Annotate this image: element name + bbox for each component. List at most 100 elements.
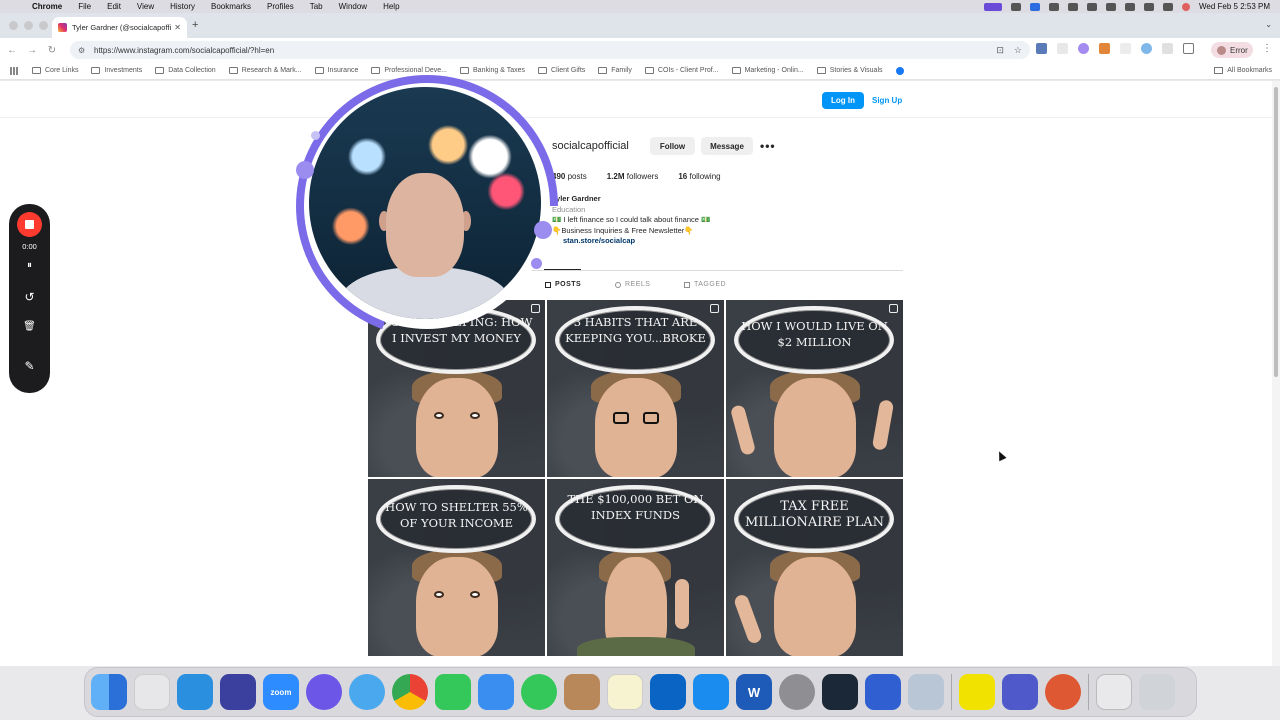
log-in-button[interactable]: Log In bbox=[822, 92, 864, 109]
finder-icon[interactable] bbox=[91, 674, 127, 710]
word-icon[interactable]: W bbox=[736, 674, 772, 710]
all-bookmarks-folder[interactable]: All Bookmarks bbox=[1214, 67, 1272, 74]
address-bar[interactable]: ⚙ https://www.instagram.com/socialcapoff… bbox=[70, 41, 1030, 59]
new-tab-button[interactable]: + bbox=[192, 19, 198, 31]
profile-error-button[interactable]: Error bbox=[1211, 42, 1253, 58]
settings-status-icon[interactable] bbox=[1011, 2, 1021, 11]
messages-icon[interactable] bbox=[521, 674, 557, 710]
cloud-status-icon[interactable] bbox=[1049, 2, 1059, 11]
scrollbar-thumb[interactable] bbox=[1274, 87, 1278, 377]
teams-icon[interactable] bbox=[1002, 674, 1038, 710]
duckduckgo-icon[interactable] bbox=[1045, 674, 1081, 710]
bookmark-folder[interactable]: Marketing - Onlin... bbox=[731, 67, 804, 74]
follow-button[interactable]: Follow bbox=[650, 137, 695, 155]
site-info-icon[interactable]: ⚙ bbox=[78, 46, 88, 55]
spotlight-search-icon[interactable] bbox=[1144, 2, 1154, 11]
menubar-clock[interactable]: Wed Feb 5 2:53 PM bbox=[1199, 2, 1270, 11]
sign-up-link[interactable]: Sign Up bbox=[872, 96, 902, 105]
siri-icon[interactable] bbox=[1182, 2, 1190, 11]
menu-history[interactable]: History bbox=[162, 2, 203, 11]
extension-icon[interactable] bbox=[1057, 43, 1068, 54]
bookmark-folder[interactable]: Family bbox=[598, 67, 632, 74]
menu-tab[interactable]: Tab bbox=[302, 2, 331, 11]
chrome-menu-icon[interactable]: ⋮ bbox=[1262, 43, 1272, 54]
pencil-icon[interactable]: ✎ bbox=[9, 359, 50, 373]
tab-tagged[interactable]: TAGGED bbox=[684, 281, 726, 288]
screen-recorder-app-icon[interactable] bbox=[220, 674, 256, 710]
following-stat[interactable]: 16 following bbox=[678, 172, 720, 181]
forward-arrow-icon[interactable]: → bbox=[22, 45, 42, 56]
safari-icon[interactable] bbox=[349, 674, 385, 710]
reload-icon[interactable]: ↻ bbox=[42, 45, 62, 56]
launchpad-icon[interactable] bbox=[134, 674, 170, 710]
bookmark-folder[interactable]: Data Collection bbox=[155, 67, 216, 74]
image-capture-icon[interactable] bbox=[865, 674, 901, 710]
app-store-icon[interactable] bbox=[693, 674, 729, 710]
install-app-icon[interactable]: ⊡ bbox=[996, 45, 1004, 56]
maximize-window-icon[interactable] bbox=[39, 21, 48, 30]
trash-icon[interactable]: 🗑 bbox=[9, 321, 50, 332]
post-thumbnail[interactable]: THE $100,000 BET ON INDEX FUNDS bbox=[547, 479, 724, 656]
page-scrollbar[interactable] bbox=[1272, 81, 1280, 666]
control-center-icon[interactable] bbox=[1163, 2, 1173, 11]
post-thumbnail[interactable]: TAX FREE MILLIONAIRE PLAN bbox=[726, 479, 903, 656]
bookmark-folder[interactable]: Client Gifts bbox=[538, 67, 585, 74]
chrome-icon[interactable] bbox=[392, 674, 428, 710]
bookmark-folder[interactable]: COIs - Client Prof... bbox=[644, 67, 719, 74]
browser-tab-instagram[interactable]: Tyler Gardner (@socialcapoffi ✕ bbox=[52, 17, 187, 38]
bio-link[interactable]: stan.store/socialcap bbox=[552, 236, 812, 247]
tab-reels[interactable]: REELS bbox=[615, 281, 650, 288]
followers-stat[interactable]: 1.2M followers bbox=[607, 172, 659, 181]
bluetooth-icon[interactable] bbox=[1106, 2, 1116, 11]
apps-grid-icon[interactable] bbox=[10, 66, 18, 75]
ring-handle[interactable] bbox=[534, 221, 552, 239]
onedrive-icon[interactable] bbox=[177, 674, 213, 710]
extensions-puzzle-icon[interactable] bbox=[1183, 43, 1194, 54]
trash-bin-icon[interactable] bbox=[1139, 674, 1175, 710]
extension-icon[interactable] bbox=[1099, 43, 1110, 54]
restart-icon[interactable]: ↺ bbox=[9, 290, 50, 304]
sync-status-icon[interactable] bbox=[1068, 2, 1078, 11]
menu-chrome[interactable]: Chrome bbox=[24, 2, 70, 11]
close-window-icon[interactable] bbox=[9, 21, 18, 30]
mail-icon[interactable] bbox=[478, 674, 514, 710]
menu-edit[interactable]: Edit bbox=[99, 2, 129, 11]
close-tab-icon[interactable]: ✕ bbox=[174, 23, 181, 32]
bookmark-folder[interactable]: Professional Deve... bbox=[371, 67, 447, 74]
steam-icon[interactable] bbox=[822, 674, 858, 710]
post-thumbnail[interactable]: HOW TO SHELTER 55% OF YOUR INCOME bbox=[368, 479, 545, 656]
ring-handle[interactable] bbox=[296, 161, 314, 179]
menu-window[interactable]: Window bbox=[331, 2, 375, 11]
extension-icon[interactable] bbox=[1078, 43, 1089, 54]
menu-profiles[interactable]: Profiles bbox=[259, 2, 302, 11]
wifi-icon[interactable] bbox=[1125, 2, 1135, 11]
preview-icon[interactable] bbox=[908, 674, 944, 710]
screen-record-status-icon[interactable] bbox=[984, 2, 1002, 11]
more-options-icon[interactable]: ••• bbox=[760, 139, 776, 153]
facetime-icon[interactable] bbox=[435, 674, 471, 710]
back-arrow-icon[interactable]: ← bbox=[2, 45, 22, 56]
post-thumbnail[interactable]: HOW I WOULD LIVE ON $2 MILLION bbox=[726, 300, 903, 477]
gear-flower-app-icon[interactable] bbox=[306, 674, 342, 710]
stop-recording-button[interactable] bbox=[17, 212, 42, 237]
message-button[interactable]: Message bbox=[701, 137, 753, 155]
menu-bookmarks[interactable]: Bookmarks bbox=[203, 2, 259, 11]
bookmark-folder[interactable]: Insurance bbox=[314, 67, 358, 74]
menu-view[interactable]: View bbox=[129, 2, 162, 11]
timer-status-icon[interactable] bbox=[1087, 2, 1097, 11]
url-text[interactable]: https://www.instagram.com/socialcapoffic… bbox=[94, 46, 274, 55]
extension-icon[interactable] bbox=[1162, 43, 1173, 54]
system-settings-icon[interactable] bbox=[779, 674, 815, 710]
zoom-status-icon[interactable] bbox=[1030, 2, 1040, 11]
menu-help[interactable]: Help bbox=[375, 2, 407, 11]
webcam-bubble[interactable] bbox=[296, 75, 558, 337]
facebook-bookmark-icon[interactable] bbox=[895, 66, 904, 75]
tab-search-chevron-icon[interactable]: ⌄ bbox=[1265, 20, 1272, 29]
pause-icon[interactable]: ⏸ bbox=[9, 260, 50, 271]
notes-icon[interactable] bbox=[607, 674, 643, 710]
post-thumbnail[interactable]: 3 HABITS THAT ARE KEEPING YOU...BROKE bbox=[547, 300, 724, 477]
extension-icon[interactable] bbox=[1036, 43, 1047, 54]
contacts-icon[interactable] bbox=[564, 674, 600, 710]
ring-handle[interactable] bbox=[531, 258, 542, 269]
downloads-stack-icon[interactable] bbox=[1096, 674, 1132, 710]
